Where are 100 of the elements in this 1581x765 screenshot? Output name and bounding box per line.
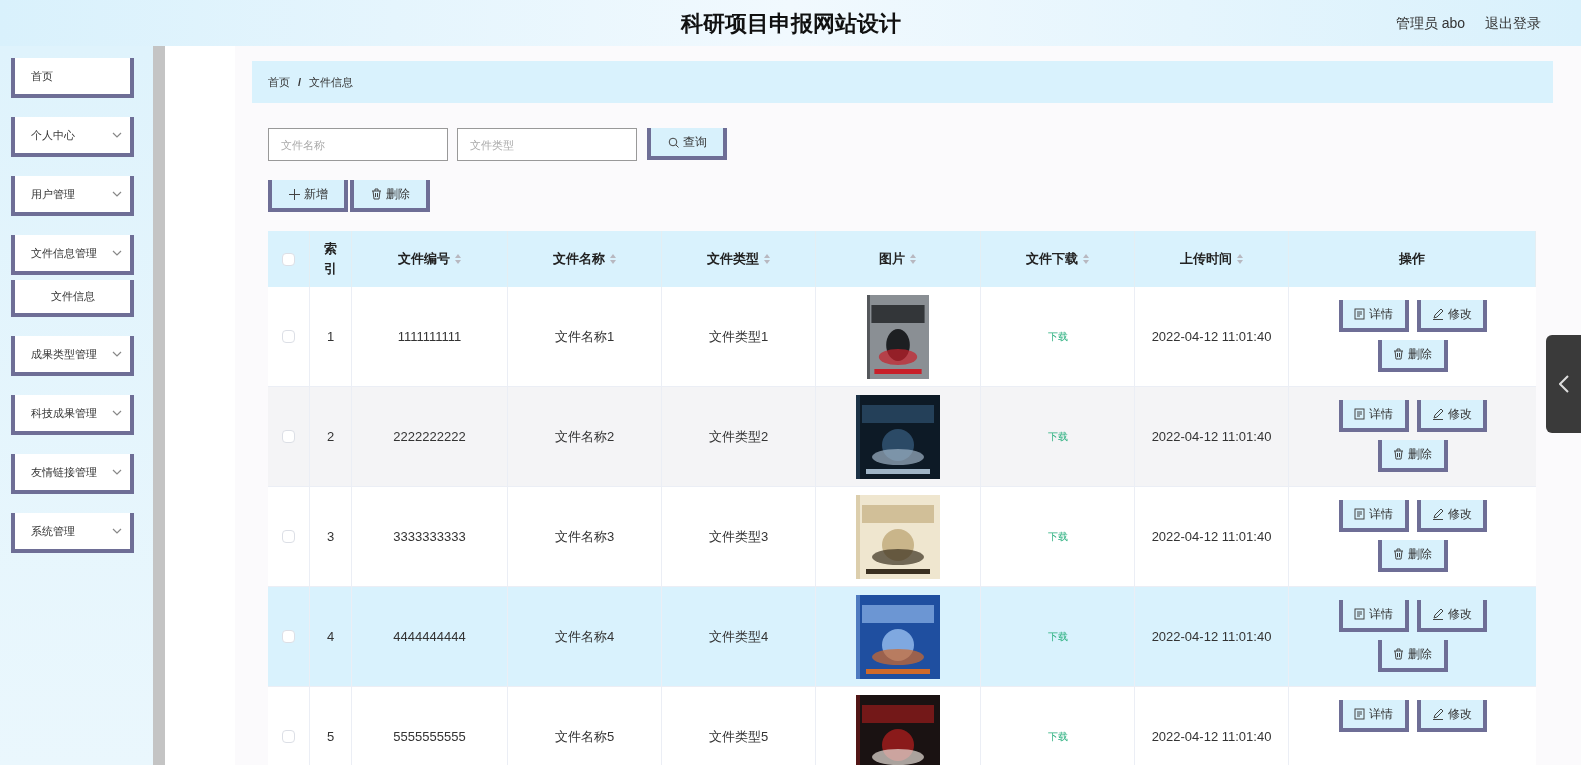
document-icon (1354, 708, 1365, 720)
trash-icon (1393, 348, 1404, 360)
detail-button[interactable]: 详情 (1338, 300, 1409, 332)
table-cell-text: 2222222222 (393, 427, 466, 446)
table-cell-text: 文件名称5 (554, 727, 615, 746)
delete-button[interactable]: 删除 (350, 180, 430, 212)
trash-icon (370, 188, 382, 200)
table-cell-text: 5555555555 (393, 727, 466, 746)
menu-item[interactable]: 成果类型管理 (11, 336, 134, 376)
table-cell-text: 2022-04-12 11:01:40 (1151, 427, 1272, 446)
chevron-down-icon (112, 250, 122, 256)
checkbox[interactable] (282, 330, 295, 343)
edit-button[interactable]: 修改 (1416, 500, 1487, 532)
checkbox[interactable] (282, 730, 295, 743)
column-header[interactable]: 文件类型 (706, 249, 771, 269)
column-header[interactable]: 文件编号 (397, 249, 462, 269)
checkbox[interactable] (282, 630, 295, 643)
sort-icon (453, 253, 462, 265)
table-cell-text: 文件名称2 (554, 427, 615, 446)
trash-icon (1393, 648, 1404, 660)
pencil-icon (1431, 308, 1444, 320)
column-header: 操作 (1399, 250, 1425, 268)
checkbox[interactable] (282, 430, 295, 443)
pencil-icon (1431, 608, 1444, 620)
checkbox[interactable] (282, 530, 295, 543)
menu-item[interactable]: 科技成果管理 (11, 395, 134, 435)
chevron-down-icon (112, 132, 122, 138)
menu-item[interactable]: 友情链接管理 (11, 454, 134, 494)
menu-item[interactable]: 个人中心 (11, 117, 134, 157)
search-field[interactable]: 文件类型 (457, 128, 637, 161)
detail-button[interactable]: 详情 (1338, 400, 1409, 432)
trash-icon (1393, 448, 1404, 460)
table-cell-text: 1 (326, 327, 335, 346)
chevron-down-icon (112, 528, 122, 534)
trash-icon (1393, 548, 1404, 560)
sort-icon (608, 253, 617, 265)
column-header[interactable]: 图片 (879, 249, 917, 269)
detail-button[interactable]: 详情 (1338, 500, 1409, 532)
search-icon (667, 136, 679, 148)
breadcrumb-current: 文件信息 (309, 74, 354, 90)
chevron-down-icon (112, 410, 122, 416)
menu-item[interactable]: 首页 (11, 58, 134, 98)
column-header[interactable]: 文件下载 (1025, 249, 1090, 269)
edit-button[interactable]: 修改 (1416, 300, 1487, 332)
delete-button[interactable]: 删除 (1377, 340, 1448, 372)
table-cell-text: 4 (326, 627, 335, 646)
add-button[interactable]: 新增 (268, 180, 348, 212)
document-icon (1354, 508, 1365, 520)
table-cell-text: 2022-04-12 11:01:40 (1151, 527, 1272, 546)
table-cell-text: 文件名称1 (554, 327, 615, 346)
table-cell-text: 1111111111 (397, 327, 462, 346)
table-cell-text: 文件类型2 (708, 427, 769, 446)
menu-item[interactable]: 文件信息管理 (11, 235, 134, 275)
search-button[interactable]: 查询 (647, 128, 727, 160)
table-cell-text: 2022-04-12 11:01:40 (1151, 327, 1272, 346)
table-cell-text: 3 (326, 527, 335, 546)
column-header: 索引 (323, 240, 338, 278)
column-header[interactable]: 上传时间 (1179, 249, 1244, 269)
site-title: 科研项目申报网站设计 (680, 9, 901, 38)
menu-item[interactable]: 用户管理 (11, 176, 134, 216)
edit-button[interactable]: 修改 (1416, 400, 1487, 432)
table-cell-text: 5 (326, 727, 335, 746)
table-cell-text: 文件类型5 (708, 727, 769, 746)
table-cell-text: 2022-04-12 11:01:40 (1151, 727, 1272, 746)
pencil-icon (1431, 408, 1444, 420)
chevron-left-icon (1558, 375, 1569, 393)
chevron-down-icon (112, 351, 122, 357)
side-panel-tab[interactable] (1546, 335, 1581, 433)
table-cell-text: 文件名称4 (554, 627, 615, 646)
delete-button[interactable]: 删除 (1377, 540, 1448, 572)
table-cell-text: 文件类型3 (708, 527, 769, 546)
logout-link[interactable]: 退出登录 (1485, 12, 1549, 34)
breadcrumb-separator: / (298, 74, 302, 90)
table-cell-text: 4444444444 (393, 627, 466, 646)
table-cell-text: 文件类型4 (708, 627, 769, 646)
chevron-down-icon (112, 191, 122, 197)
breadcrumb-link[interactable]: 首页 (268, 73, 290, 91)
edit-button[interactable]: 修改 (1416, 600, 1487, 632)
pencil-icon (1431, 708, 1444, 720)
delete-button[interactable]: 删除 (1377, 440, 1448, 472)
chevron-down-icon (112, 469, 122, 475)
detail-button[interactable]: 详情 (1338, 700, 1409, 732)
document-icon (1354, 308, 1365, 320)
pencil-icon (1431, 508, 1444, 520)
detail-button[interactable]: 详情 (1338, 600, 1409, 632)
edit-button[interactable]: 修改 (1416, 700, 1487, 732)
submenu-item[interactable]: 文件信息 (11, 280, 134, 317)
menu-item[interactable]: 系统管理 (11, 513, 134, 553)
table-cell-text: 3333333333 (393, 527, 466, 546)
sort-icon (762, 253, 771, 265)
checkbox[interactable] (282, 252, 295, 266)
search-field[interactable]: 文件名称 (268, 128, 448, 161)
delete-button[interactable]: 删除 (1377, 640, 1448, 672)
table-cell-text: 文件类型1 (708, 327, 769, 346)
document-icon (1354, 408, 1365, 420)
table-cell-text: 2 (326, 427, 335, 446)
column-header[interactable]: 文件名称 (552, 249, 617, 269)
sort-icon (1081, 253, 1090, 265)
sort-icon (909, 253, 917, 265)
table-cell-text: 2022-04-12 11:01:40 (1151, 627, 1272, 646)
